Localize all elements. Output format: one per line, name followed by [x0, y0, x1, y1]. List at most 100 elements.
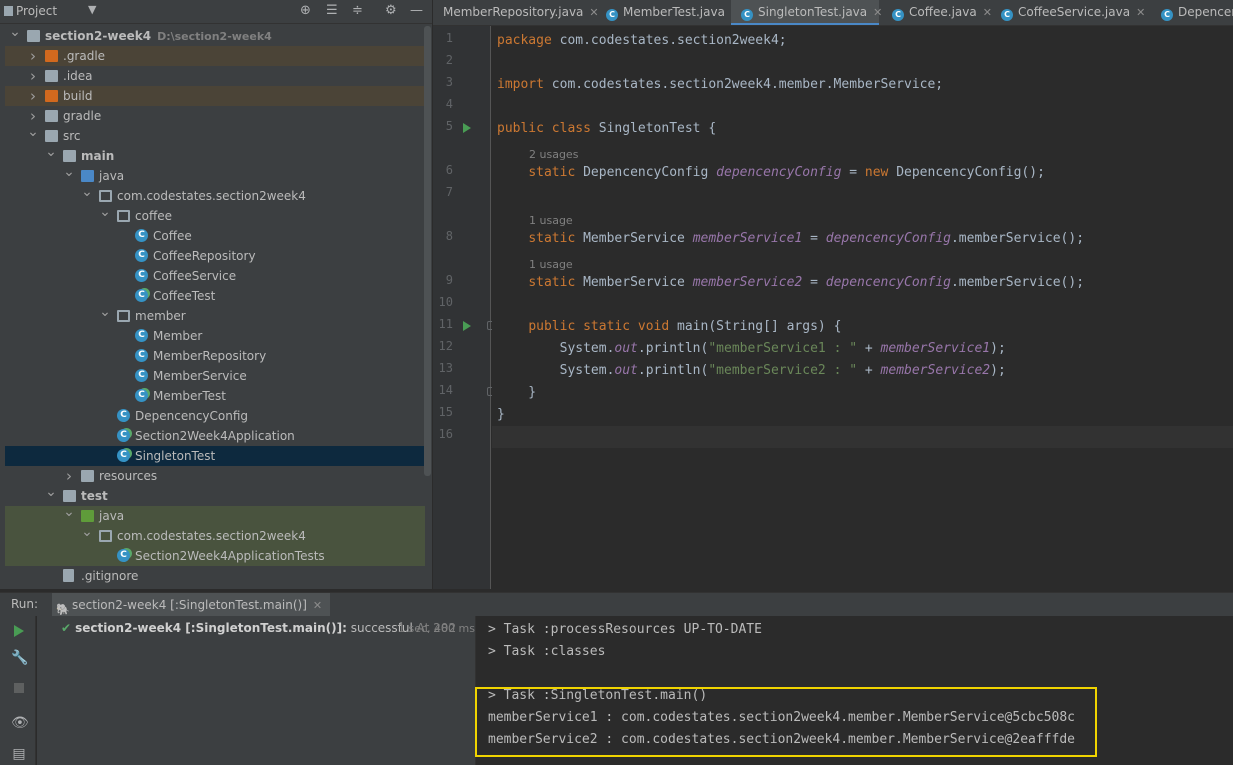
line-number: 6 [445, 163, 453, 177]
usage-hint[interactable]: 1 usage [529, 214, 573, 227]
run-gutter-icon[interactable] [463, 321, 471, 331]
target-icon[interactable]: ⊕ [300, 3, 311, 18]
usage-hint[interactable]: 2 usages [529, 148, 578, 161]
minimize-icon[interactable]: — [410, 3, 423, 18]
line-number: 4 [445, 97, 453, 111]
tree-item[interactable]: C Section2Week4Application [5, 426, 425, 446]
package-icon [99, 190, 112, 202]
tree-item[interactable]: C Member [5, 326, 425, 346]
editor-tab-label: Coffee.java [909, 5, 977, 19]
tree-scrollbar[interactable] [424, 26, 431, 476]
chevron-down-icon[interactable]: ⌄ [99, 302, 111, 322]
rerun-icon[interactable] [11, 624, 27, 640]
close-icon[interactable]: ✕ [313, 599, 322, 612]
editor-tab-label: MemberRepository.java [443, 5, 584, 19]
module-folder-icon [63, 150, 76, 162]
tree-item[interactable]: ⌄ java [5, 504, 425, 526]
chevron-down-icon[interactable]: ⌄ [9, 22, 21, 42]
tree-item-label: DepencencyConfig [135, 409, 249, 423]
line-number: 3 [445, 75, 453, 89]
chevron-right-icon[interactable]: › [27, 46, 39, 66]
project-tool-window: Project ▼ ⊕ ☰ ≑ ⚙ — ⌄ section2-week4 D:\se… [0, 0, 432, 589]
folder-icon [45, 70, 58, 82]
chevron-down-icon[interactable]: ⌄ [99, 202, 111, 222]
editor-tab[interactable]: C Coffee.java ✕ [882, 0, 992, 25]
module-folder-icon [27, 30, 40, 42]
chevron-right-icon[interactable]: › [27, 66, 39, 86]
tree-item[interactable]: › gradle [5, 106, 425, 126]
collapse-all-icon[interactable]: ≑ [352, 3, 363, 18]
chevron-right-icon[interactable]: › [63, 466, 75, 486]
run-gutter-icon[interactable] [463, 123, 471, 133]
editor-tab[interactable]: C SingletonTest.java ✕ [731, 0, 882, 25]
tree-item[interactable]: C MemberService [5, 366, 425, 386]
code-line [492, 426, 1233, 448]
tree-item[interactable]: C Coffee [5, 226, 425, 246]
chevron-down-icon[interactable]: ⌄ [81, 522, 93, 542]
tree-item[interactable]: C CoffeeRepository [5, 246, 425, 266]
run-toolbar: 🔧 👁 ▤ [0, 616, 36, 765]
chevron-right-icon[interactable]: › [27, 86, 39, 106]
chevron-down-icon[interactable]: ⌄ [81, 182, 93, 202]
code-editor[interactable]: package com.codestates.section2week4; imp… [492, 26, 1233, 589]
file-icon [63, 569, 74, 582]
tree-item[interactable]: C SingletonTest [5, 446, 425, 466]
class-icon: C [135, 249, 148, 262]
tree-item-label: Section2Week4Application [135, 429, 295, 443]
tree-item[interactable]: C CoffeeTest [5, 286, 425, 306]
tree-item-label: Member [153, 329, 203, 343]
expand-all-icon[interactable]: ☰ [326, 3, 338, 18]
editor-tab[interactable]: C DepencencyC [1151, 0, 1233, 25]
tree-item[interactable]: C DepencencyConfig [5, 406, 425, 426]
tree-item[interactable]: ⌄ member [5, 304, 425, 326]
tree-item[interactable]: ⌄ com.codestates.section2week4 [5, 524, 425, 546]
code-line: import com.codestates.section2week4.memb… [497, 77, 944, 92]
tree-item[interactable]: C CoffeeService [5, 266, 425, 286]
tree-item[interactable]: C Section2Week4ApplicationTests [5, 546, 425, 566]
wrench-icon[interactable]: 🔧 [11, 650, 28, 666]
tree-item[interactable]: › build [5, 86, 425, 106]
tree-item[interactable]: › .idea [5, 66, 425, 86]
line-number: 5 [445, 119, 453, 133]
gear-icon[interactable]: ⚙ [385, 3, 397, 18]
close-tab-icon[interactable]: ✕ [873, 6, 882, 19]
chevron-down-icon[interactable]: ⌄ [27, 122, 39, 142]
chevron-down-icon[interactable]: ⌄ [63, 162, 75, 182]
run-result-item[interactable]: ✔ section2-week4 [:SingletonTest.main()]:… [61, 621, 456, 635]
line-number: 10 [438, 295, 453, 309]
project-panel-title[interactable]: Project [16, 4, 57, 18]
tree-item[interactable]: ⌄ section2-week4 D:\section2-week4 [5, 24, 425, 46]
tree-item[interactable]: › resources [5, 466, 425, 486]
tree-item-label: main [81, 149, 115, 163]
code-line: static MemberService memberService2 = de… [528, 275, 1085, 290]
run-results-tree: ✔ section2-week4 [:SingletonTest.main()]:… [37, 616, 476, 765]
usage-hint[interactable]: 1 usage [529, 258, 573, 271]
chevron-down-icon[interactable]: ⌄ [63, 502, 75, 522]
tree-item[interactable]: › .gradle [5, 46, 425, 66]
test-class-icon: C [117, 549, 130, 562]
tree-item[interactable]: ⌄ coffee [5, 204, 425, 226]
dropdown-chevron-icon[interactable]: ▼ [88, 3, 96, 16]
tree-item[interactable]: C MemberRepository [5, 346, 425, 366]
package-icon [117, 210, 130, 222]
tree-item[interactable]: ⌄ java [5, 164, 425, 186]
tree-item[interactable]: ⌄ src [5, 124, 425, 146]
run-tab[interactable]: 🐘 section2-week4 [:SingletonTest.main()]… [52, 593, 331, 617]
stop-icon[interactable] [11, 682, 27, 698]
resources-folder-icon [81, 470, 94, 482]
editor-tab[interactable]: MemberRepository.java ✕ [433, 0, 599, 25]
close-tab-icon[interactable]: ✕ [1136, 6, 1145, 19]
layout-icon[interactable]: ▤ [11, 746, 27, 762]
run-label: Run: [11, 597, 39, 611]
tree-item-label: Section2Week4ApplicationTests [135, 549, 325, 563]
tree-item[interactable]: ⌄ com.codestates.section2week4 [5, 184, 425, 206]
tree-item-label: src [63, 129, 81, 143]
tree-item[interactable]: .gitignore [5, 566, 425, 586]
eye-icon[interactable]: 👁 [11, 715, 29, 731]
chevron-down-icon[interactable]: ⌄ [45, 142, 57, 162]
tree-item[interactable]: C MemberTest [5, 386, 425, 406]
editor-tab[interactable]: CMemberTest.java✕ [596, 0, 740, 25]
editor-tab[interactable]: C CoffeeService.java ✕ [991, 0, 1148, 25]
chevron-down-icon[interactable]: ⌄ [45, 482, 57, 502]
class-icon: C [135, 369, 148, 382]
